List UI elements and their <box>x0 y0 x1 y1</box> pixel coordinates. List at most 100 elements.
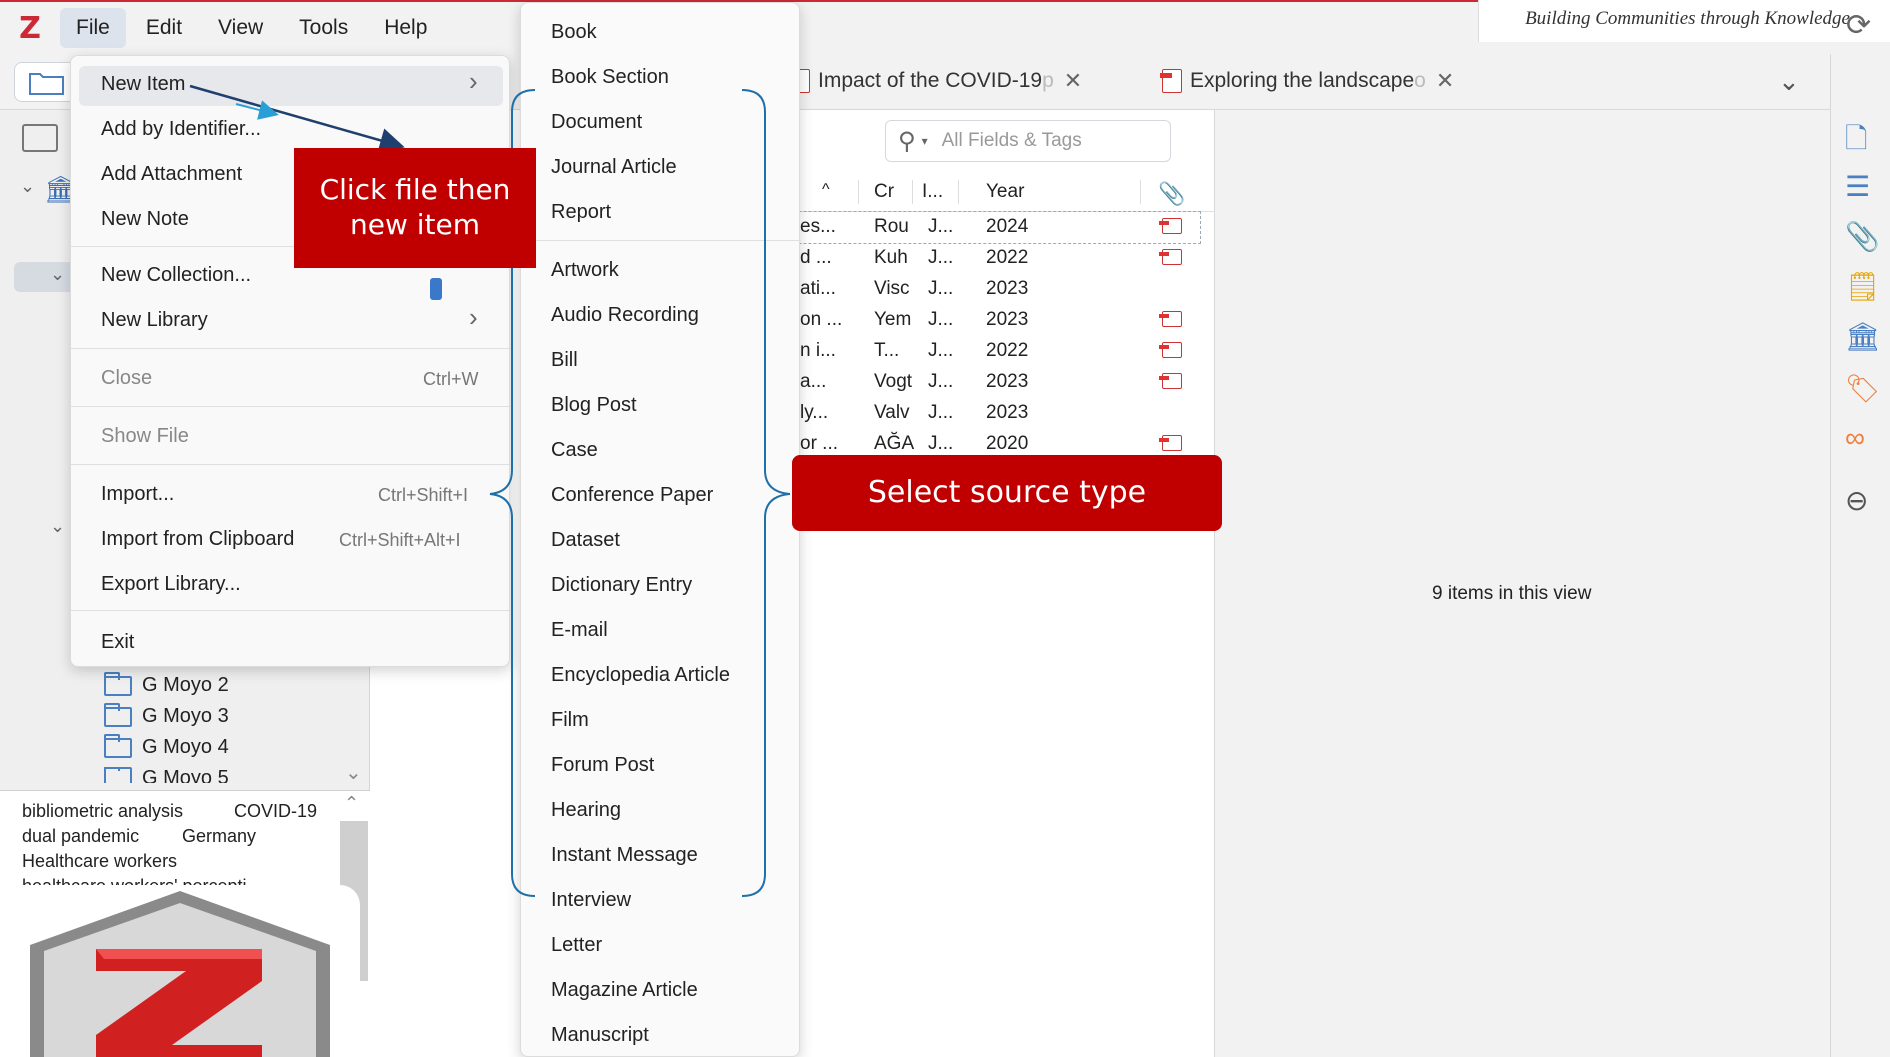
menu-item-close[interactable]: Close <box>101 367 152 390</box>
submenu-item-case[interactable]: Case <box>551 439 598 462</box>
collection-item[interactable]: G Moyo 4 <box>104 733 229 759</box>
tab-exploring-landscape[interactable]: Exploring the landscape o ✕ <box>1160 68 1454 94</box>
menu-edit[interactable]: Edit <box>130 8 198 48</box>
collection-item[interactable]: G Moyo 3 <box>104 702 229 728</box>
submenu-item-artwork[interactable]: Artwork <box>551 259 619 282</box>
menu-item-import-clipboard[interactable]: Import from Clipboard <box>101 528 294 551</box>
item-count-message: 9 items in this view <box>1432 583 1592 604</box>
submenu-item-instant-message[interactable]: Instant Message <box>551 844 698 867</box>
submenu-item-blog-post[interactable]: Blog Post <box>551 394 637 417</box>
cell-item-type: J... <box>928 340 954 361</box>
menu-item-new-item[interactable]: New Item <box>101 73 185 96</box>
menu-item-new-note[interactable]: New Note <box>101 208 189 231</box>
scroll-up-icon[interactable]: ⌃ <box>344 793 359 814</box>
menu-item-add-by-identifier[interactable]: Add by Identifier... <box>101 118 261 141</box>
submenu-item-forum-post[interactable]: Forum Post <box>551 754 654 777</box>
cell-item-type: J... <box>928 247 954 268</box>
pdf-attachment-icon[interactable] <box>1159 218 1182 234</box>
chevron-down-icon[interactable]: ⌄ <box>50 516 65 537</box>
pdf-attachment-icon[interactable] <box>1159 373 1182 389</box>
submenu-item-film[interactable]: Film <box>551 709 589 732</box>
menu-item-new-collection[interactable]: New Collection... <box>101 264 251 287</box>
menu-item-exit[interactable]: Exit <box>101 631 134 654</box>
submenu-item-audio-recording[interactable]: Audio Recording <box>551 304 699 327</box>
tags-icon[interactable]: 🏷 <box>1845 372 1881 405</box>
submenu-item-letter[interactable]: Letter <box>551 934 602 957</box>
menu-view[interactable]: View <box>202 8 279 48</box>
tag[interactable]: Germany <box>182 826 256 847</box>
collection-item[interactable]: G Moyo 5 <box>104 767 229 783</box>
column-item-type[interactable]: I... <box>922 181 943 203</box>
attachments-icon[interactable]: 📎 <box>1845 220 1880 253</box>
tab-impact-covid[interactable]: Impact of the COVID-19 p ✕ <box>788 68 1082 94</box>
pdf-attachment-icon[interactable] <box>1159 342 1182 358</box>
cell-title: on ... <box>800 309 843 330</box>
search-field[interactable]: ⚲ ▾ All Fields & Tags <box>885 120 1171 162</box>
menu-item-export-library[interactable]: Export Library... <box>101 573 241 596</box>
chevron-right-icon: › <box>469 66 478 96</box>
submenu-item-dictionary-entry[interactable]: Dictionary Entry <box>551 574 692 597</box>
submenu-item-e-mail[interactable]: E-mail <box>551 619 608 642</box>
cell-creator: AĞA <box>874 433 915 454</box>
menu-file[interactable]: File <box>60 8 126 48</box>
info-icon[interactable]: 🗋 <box>1845 118 1868 166</box>
submenu-item-dataset[interactable]: Dataset <box>551 529 620 552</box>
pdf-attachment-icon[interactable] <box>1159 311 1182 327</box>
sync-icon[interactable]: ⟳ <box>1846 8 1871 43</box>
submenu-item-magazine-article[interactable]: Magazine Article <box>551 979 698 1002</box>
menu-separator <box>71 464 511 465</box>
menu-help[interactable]: Help <box>368 8 443 48</box>
attachment-column-icon[interactable]: 📎 <box>1158 181 1185 207</box>
submenu-item-hearing[interactable]: Hearing <box>551 799 621 822</box>
column-year[interactable]: Year <box>986 181 1024 203</box>
cell-item-type: J... <box>928 402 954 423</box>
submenu-item-report[interactable]: Report <box>551 201 611 224</box>
menu-item-show-file[interactable]: Show File <box>101 425 189 448</box>
submenu-item-journal-article[interactable]: Journal Article <box>551 156 677 179</box>
column-creator[interactable]: Cr <box>874 181 894 203</box>
tag[interactable]: Healthcare workers <box>22 851 177 872</box>
tab-title-fade: o <box>1414 69 1426 92</box>
pdf-attachment-icon[interactable] <box>1159 435 1182 451</box>
cell-item-type: J... <box>928 433 954 454</box>
cell-creator: Valv <box>874 402 910 423</box>
abstract-icon[interactable]: ☰ <box>1845 170 1870 203</box>
cell-year: 2023 <box>986 371 1029 392</box>
column-divider <box>858 180 859 204</box>
submenu-item-book-section[interactable]: Book Section <box>551 66 669 89</box>
submenu-item-interview[interactable]: Interview <box>551 889 631 912</box>
collection-item[interactable]: G Moyo 2 <box>104 671 229 697</box>
locate-icon[interactable]: ⊖ <box>1845 484 1868 517</box>
chevron-down-icon[interactable]: ⌄ <box>1778 66 1800 97</box>
menu-separator <box>71 348 511 349</box>
tag[interactable]: COVID-19 <box>234 801 317 822</box>
menu-item-import[interactable]: Import... <box>101 483 174 506</box>
chevron-down-icon[interactable]: ⌄ <box>20 176 35 197</box>
related-icon[interactable]: ∞ <box>1845 422 1865 454</box>
chevron-down-icon[interactable]: ▾ <box>922 134 928 148</box>
menu-item-add-attachment[interactable]: Add Attachment <box>101 163 242 186</box>
search-icon: ⚲ <box>898 127 916 155</box>
submenu-item-document[interactable]: Document <box>551 111 642 134</box>
pdf-attachment-icon[interactable] <box>1159 249 1182 265</box>
sort-asc-icon[interactable]: ^ <box>822 181 830 199</box>
submenu-item-book[interactable]: Book <box>551 21 597 44</box>
submenu-item-conference-paper[interactable]: Conference Paper <box>551 484 713 507</box>
tag[interactable]: dual pandemic <box>22 826 139 847</box>
new-collection-icon[interactable] <box>22 124 58 152</box>
libraries-collections-icon[interactable]: 🏛 <box>1845 320 1881 353</box>
menu-separator <box>71 610 511 611</box>
submenu-item-encyclopedia-article[interactable]: Encyclopedia Article <box>551 664 730 687</box>
tag[interactable]: bibliometric analysis <box>22 801 183 822</box>
notes-icon[interactable]: 🗒 <box>1845 270 1881 303</box>
scroll-down-icon[interactable]: ⌄ <box>345 760 362 785</box>
menu-tools[interactable]: Tools <box>283 8 364 48</box>
column-divider <box>958 180 959 204</box>
submenu-item-bill[interactable]: Bill <box>551 349 578 372</box>
menu-item-new-library[interactable]: New Library <box>101 309 208 332</box>
submenu-item-manuscript[interactable]: Manuscript <box>551 1024 649 1047</box>
close-icon[interactable]: ✕ <box>1436 68 1454 94</box>
callout-select-source-type: Select source type <box>792 455 1222 531</box>
chevron-down-icon[interactable]: ⌄ <box>50 264 65 285</box>
close-icon[interactable]: ✕ <box>1064 68 1082 94</box>
